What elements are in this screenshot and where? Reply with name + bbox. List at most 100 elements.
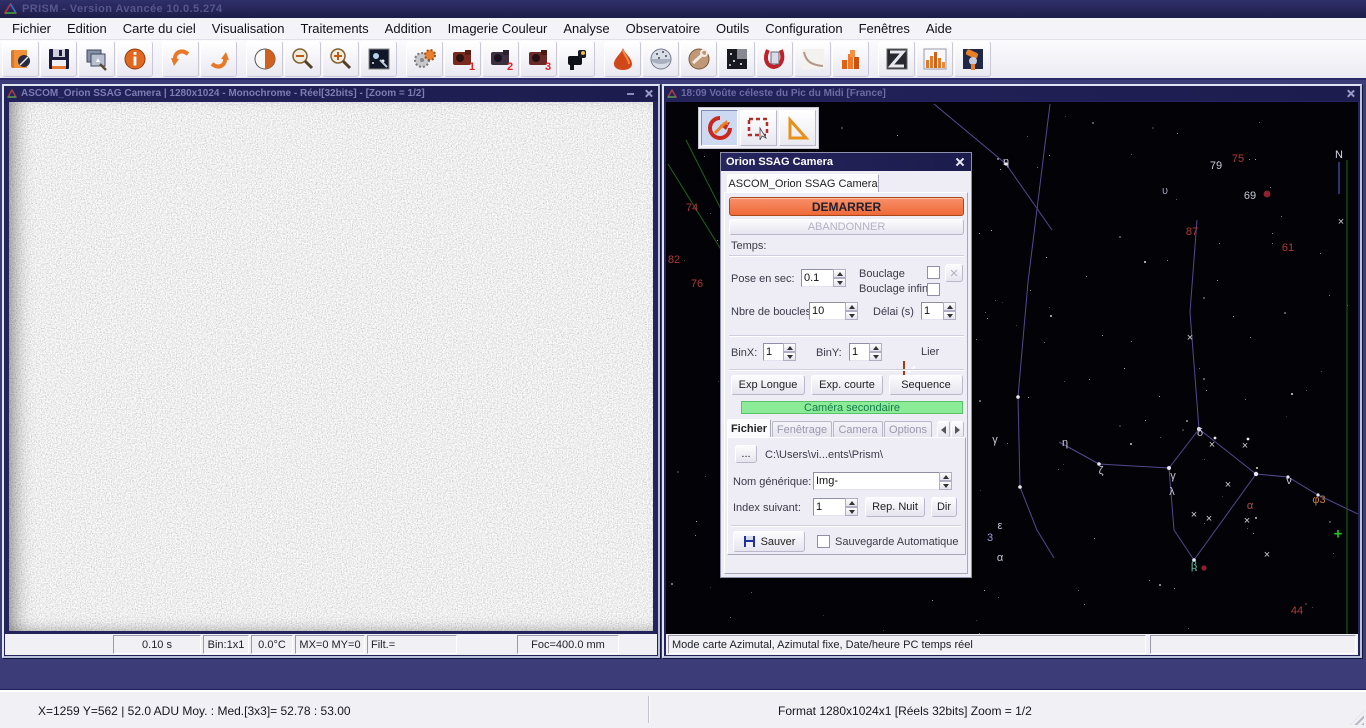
telescope-mount-icon[interactable] xyxy=(954,41,991,77)
image-window-titlebar[interactable]: ASCOM_Orion SSAG Camera | 1280x1024 - Mo… xyxy=(4,86,658,101)
image-canvas[interactable] xyxy=(9,102,653,631)
autosave-checkbox[interactable] xyxy=(817,535,830,548)
browse-button[interactable]: ... xyxy=(735,445,757,463)
select-region-icon[interactable] xyxy=(740,110,777,146)
nom-generique-input[interactable] xyxy=(813,472,939,490)
spin-up-icon[interactable] xyxy=(943,302,956,311)
spin-up-icon[interactable] xyxy=(845,302,858,311)
tab-scroll-right-icon[interactable] xyxy=(951,421,964,438)
menu-fenetres[interactable]: Fenêtres xyxy=(851,19,918,38)
spin-down-icon[interactable] xyxy=(833,278,846,287)
recenter-compass-icon[interactable] xyxy=(701,110,738,146)
demarrer-button[interactable]: DEMARRER xyxy=(729,197,964,216)
tab-scroll-left-icon[interactable] xyxy=(937,421,950,438)
menu-edition[interactable]: Edition xyxy=(59,19,115,38)
save-file-icon[interactable] xyxy=(40,41,77,77)
spin-up-icon[interactable] xyxy=(869,343,882,352)
menu-aide[interactable]: Aide xyxy=(918,19,960,38)
tab-fichier[interactable]: Fichier xyxy=(727,419,771,438)
sky-globe-icon[interactable] xyxy=(642,41,679,77)
curve-plot-icon[interactable] xyxy=(794,41,831,77)
bouclage-checkbox[interactable] xyxy=(927,266,940,279)
tools-wrench-icon[interactable] xyxy=(680,41,717,77)
spin-up-icon[interactable] xyxy=(845,498,858,507)
open-file-icon[interactable] xyxy=(2,41,39,77)
pose-input[interactable] xyxy=(801,269,833,287)
close-icon[interactable] xyxy=(954,156,966,168)
spin-down-icon[interactable] xyxy=(869,352,882,361)
exp-courte-button[interactable]: Exp. courte xyxy=(811,375,883,395)
sauver-button[interactable]: Sauver xyxy=(733,531,805,552)
delai-spinner[interactable] xyxy=(921,302,956,320)
close-icon[interactable] xyxy=(1343,88,1357,99)
contrast-icon[interactable] xyxy=(246,41,283,77)
chart-window-titlebar[interactable]: 18:09 Voûte céleste du Pic du Midi [Fran… xyxy=(664,86,1360,101)
deep-sky-image-icon[interactable] xyxy=(718,41,755,77)
menu-analyse[interactable]: Analyse xyxy=(555,19,617,38)
menu-traitements[interactable]: Traitements xyxy=(293,19,377,38)
observatory-dome-icon[interactable] xyxy=(604,41,641,77)
delai-input[interactable] xyxy=(921,302,943,320)
exp-longue-button[interactable]: Exp Longue xyxy=(731,375,805,395)
nbre-input[interactable] xyxy=(809,302,845,320)
spin-up-icon[interactable] xyxy=(783,343,796,352)
biny-spinner[interactable] xyxy=(849,343,882,361)
invert-image-icon[interactable] xyxy=(878,41,915,77)
image-preview-icon[interactable] xyxy=(360,41,397,77)
sequence-button[interactable]: Sequence xyxy=(889,375,963,395)
autoguider-icon[interactable] xyxy=(558,41,595,77)
bouclage-infini-checkbox[interactable] xyxy=(927,283,940,296)
zoom-out-icon[interactable] xyxy=(284,41,321,77)
camera-dialog-titlebar[interactable]: Orion SSAG Camera xyxy=(721,153,971,171)
camera-2-icon[interactable]: 2 xyxy=(482,41,519,77)
spin-down-icon[interactable] xyxy=(783,352,796,361)
tab-options[interactable]: Options xyxy=(884,421,932,438)
menu-observatoire[interactable]: Observatoire xyxy=(618,19,708,38)
menu-addition[interactable]: Addition xyxy=(377,19,440,38)
nbre-spinner[interactable] xyxy=(809,302,858,320)
tab-ascom-orion-ssag[interactable]: ASCOM_Orion SSAG Camera xyxy=(727,174,879,193)
spin-up-icon[interactable] xyxy=(833,269,846,278)
spin-down-icon[interactable] xyxy=(845,507,858,516)
menu-visualisation[interactable]: Visualisation xyxy=(204,19,293,38)
window-logo-icon xyxy=(667,89,677,99)
spin-down-icon[interactable] xyxy=(939,481,952,490)
index-spinner[interactable] xyxy=(813,498,858,516)
svg-text:1: 1 xyxy=(469,61,475,72)
pose-spinner[interactable] xyxy=(801,269,846,287)
nom-generique-combo[interactable] xyxy=(813,472,952,490)
spin-down-icon[interactable] xyxy=(943,311,956,320)
menu-outils[interactable]: Outils xyxy=(708,19,757,38)
menu-imagerie-couleur[interactable]: Imagerie Couleur xyxy=(440,19,556,38)
redo-icon[interactable] xyxy=(200,41,237,77)
display-settings-icon[interactable] xyxy=(78,41,115,77)
binx-input[interactable] xyxy=(763,343,783,361)
divider xyxy=(729,369,964,371)
measure-angle-icon[interactable] xyxy=(779,110,816,146)
menu-carte-du-ciel[interactable]: Carte du ciel xyxy=(115,19,204,38)
binx-spinner[interactable] xyxy=(763,343,796,361)
spin-up-icon[interactable] xyxy=(939,472,952,481)
menu-configuration[interactable]: Configuration xyxy=(757,19,850,38)
stats-3d-icon[interactable] xyxy=(832,41,869,77)
camera-1-icon[interactable]: 1 xyxy=(444,41,481,77)
zoom-in-icon[interactable] xyxy=(322,41,359,77)
tab-fenetrage[interactable]: Fenêtrage xyxy=(772,421,832,438)
rep-nuit-button[interactable]: Rep. Nuit xyxy=(865,497,925,517)
filter-magnet-icon[interactable] xyxy=(756,41,793,77)
info-icon[interactable] xyxy=(116,41,153,77)
histogram-icon[interactable] xyxy=(916,41,953,77)
tab-camera[interactable]: Camera xyxy=(833,421,883,438)
star-label: 87 xyxy=(1186,226,1198,238)
index-input[interactable] xyxy=(813,498,845,516)
undo-icon[interactable] xyxy=(162,41,199,77)
resize-grip[interactable] xyxy=(1350,711,1364,725)
biny-input[interactable] xyxy=(849,343,869,361)
dir-button[interactable]: Dir xyxy=(931,497,957,517)
camera-3-icon[interactable]: 3 xyxy=(520,41,557,77)
settings-gears-icon[interactable] xyxy=(406,41,443,77)
spin-down-icon[interactable] xyxy=(845,311,858,320)
close-icon[interactable] xyxy=(641,88,655,99)
menu-fichier[interactable]: Fichier xyxy=(4,19,59,38)
minimize-icon[interactable] xyxy=(623,88,637,99)
